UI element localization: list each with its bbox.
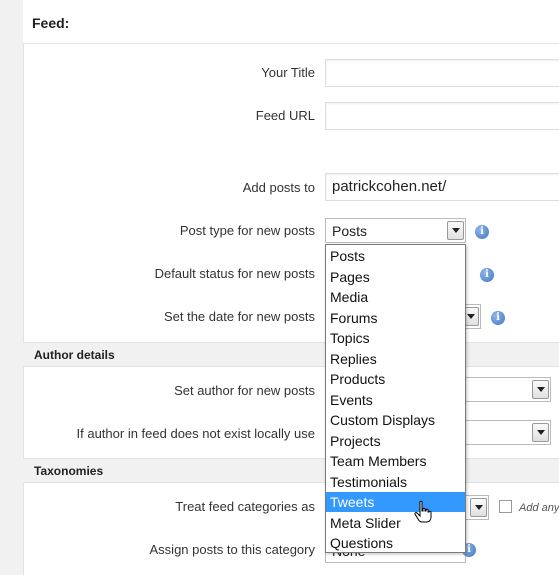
info-icon[interactable]: i bbox=[475, 225, 489, 239]
chevron-down-icon[interactable] bbox=[447, 221, 464, 240]
feed-url-input[interactable] bbox=[325, 102, 559, 130]
missing-author-label: If author in feed does not exist locally… bbox=[76, 426, 315, 441]
default-status-label: Default status for new posts bbox=[154, 266, 315, 281]
dropdown-option-highlighted[interactable]: Tweets bbox=[326, 492, 465, 512]
info-icon[interactable]: i bbox=[491, 311, 505, 325]
author-details-section: Author details bbox=[23, 342, 559, 367]
feed-url-label: Feed URL bbox=[255, 108, 315, 123]
dropdown-option[interactable]: Products bbox=[326, 369, 465, 389]
dropdown-option[interactable]: Projects bbox=[326, 431, 465, 451]
treat-categories-label: Treat feed categories as bbox=[175, 499, 315, 514]
dropdown-option[interactable]: Posts bbox=[326, 246, 465, 266]
add-posts-to-field[interactable]: patrickcohen.net/ bbox=[325, 173, 559, 201]
post-type-select[interactable]: Posts bbox=[325, 218, 466, 243]
post-type-label: Post type for new posts bbox=[179, 223, 315, 238]
set-date-label: Set the date for new posts bbox=[163, 309, 315, 324]
dropdown-option[interactable]: Forums bbox=[326, 308, 465, 328]
dropdown-option[interactable]: Replies bbox=[326, 349, 465, 369]
chevron-down-icon[interactable] bbox=[532, 380, 549, 399]
chevron-down-icon[interactable] bbox=[470, 498, 487, 517]
hand-pointer-icon bbox=[414, 500, 432, 523]
post-type-dropdown[interactable]: Posts Pages Media Forums Topics Replies … bbox=[325, 244, 466, 553]
dropdown-option[interactable]: Media bbox=[326, 287, 465, 307]
author-details-heading: Author details bbox=[34, 348, 115, 362]
add-posts-to-value: patrickcohen.net/ bbox=[332, 178, 447, 195]
your-title-label: Your Title bbox=[261, 65, 315, 80]
info-icon[interactable]: i bbox=[480, 268, 494, 282]
feed-title: Feed: bbox=[32, 15, 70, 31]
taxonomies-heading: Taxonomies bbox=[34, 464, 104, 478]
dropdown-option[interactable]: Team Members bbox=[326, 451, 465, 471]
assign-category-label: Assign posts to this category bbox=[149, 542, 315, 557]
dropdown-option[interactable]: Events bbox=[326, 390, 465, 410]
chevron-down-icon[interactable] bbox=[532, 423, 549, 442]
your-title-input[interactable] bbox=[325, 59, 559, 87]
taxonomies-section: Taxonomies bbox=[23, 458, 559, 483]
add-posts-to-label: Add posts to bbox=[242, 180, 315, 195]
add-any-label: Add any bbox=[519, 502, 559, 514]
dropdown-option[interactable]: Topics bbox=[326, 328, 465, 348]
dropdown-option[interactable]: Pages bbox=[326, 267, 465, 287]
set-author-label: Set author for new posts bbox=[174, 383, 315, 398]
dropdown-option[interactable]: Questions bbox=[326, 533, 465, 553]
add-any-checkbox[interactable] bbox=[499, 500, 512, 513]
feed-header bbox=[23, 0, 559, 44]
dropdown-option[interactable]: Custom Displays bbox=[326, 410, 465, 430]
post-type-selected: Posts bbox=[332, 223, 368, 239]
dropdown-option[interactable]: Testimonials bbox=[326, 472, 465, 492]
dropdown-option[interactable]: Meta Slider bbox=[326, 513, 465, 533]
